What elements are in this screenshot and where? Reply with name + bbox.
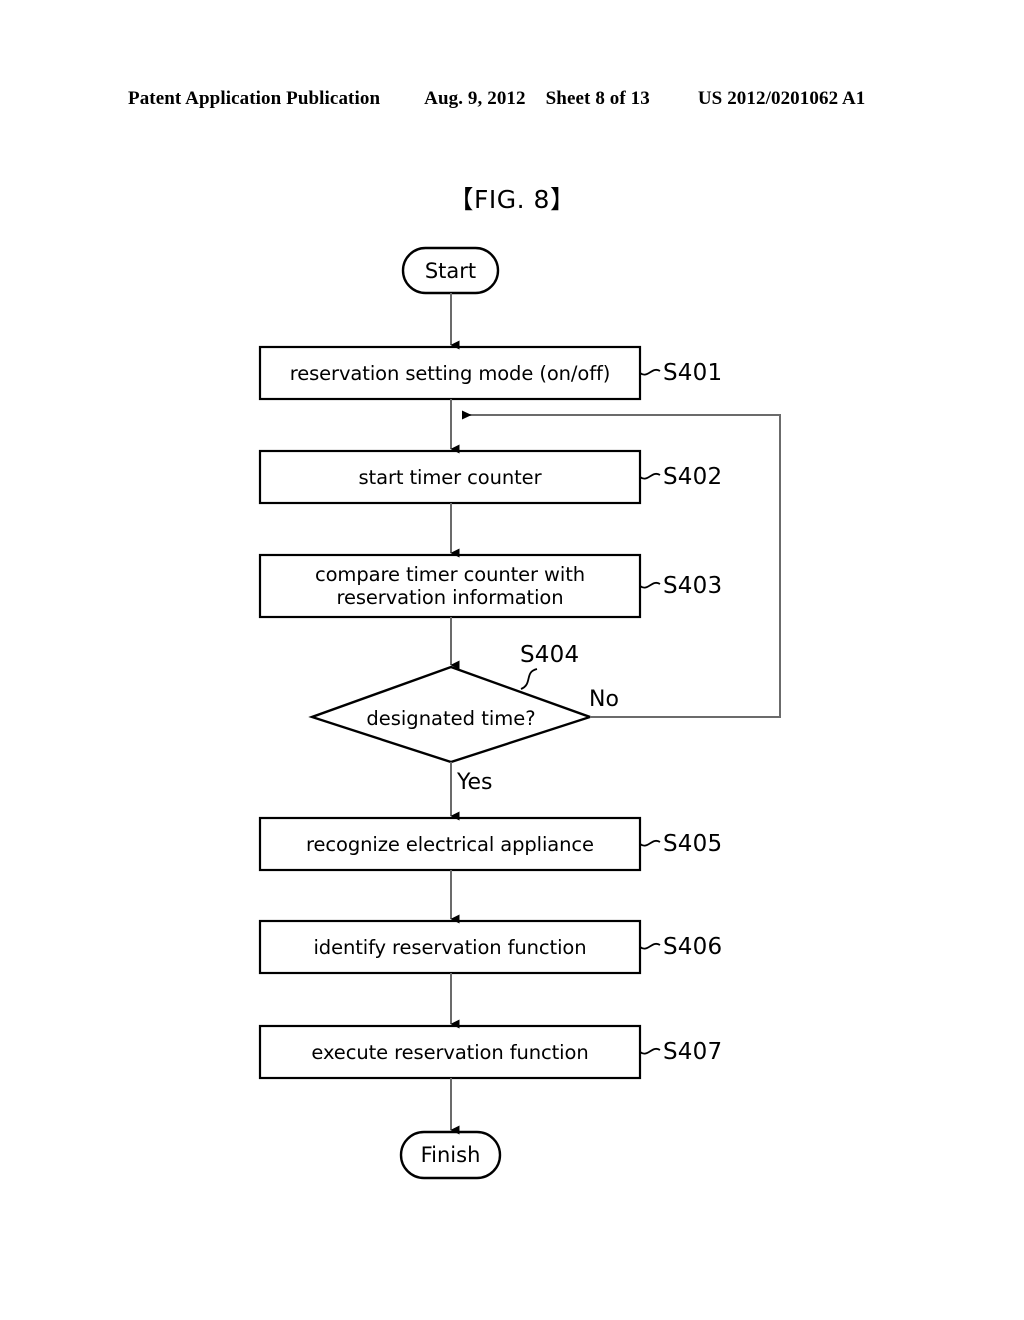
leader-s404	[520, 668, 538, 690]
node-box-s406	[258, 919, 642, 975]
flowchart-diagram: Start reservation setting mode (on/off) …	[0, 0, 1024, 1320]
node-terminal-finish	[399, 1130, 502, 1180]
node-terminal-start	[401, 246, 500, 295]
branch-label-no: No	[589, 687, 619, 712]
leader-s407	[639, 1047, 661, 1055]
node-box-s401	[258, 345, 642, 401]
node-decision-s404	[308, 665, 594, 764]
flowchart-svg	[258, 246, 781, 1180]
step-tag-s407: S407	[663, 1039, 723, 1065]
step-tag-s405: S405	[663, 831, 723, 857]
node-box-s405	[258, 816, 642, 872]
step-tag-s402: S402	[663, 464, 723, 490]
leader-s406	[639, 942, 661, 950]
leader-s405	[639, 839, 661, 847]
step-tag-s401: S401	[663, 360, 723, 386]
leader-s403	[639, 581, 661, 589]
step-tag-s406: S406	[663, 934, 723, 960]
node-box-s407	[258, 1024, 642, 1080]
branch-label-yes: Yes	[457, 770, 493, 795]
node-box-s402	[258, 449, 642, 505]
step-tag-s403: S403	[663, 573, 723, 599]
leader-s402	[639, 472, 661, 480]
node-box-s403	[258, 553, 642, 619]
step-tag-s404: S404	[520, 642, 580, 668]
leader-s401	[639, 368, 661, 376]
